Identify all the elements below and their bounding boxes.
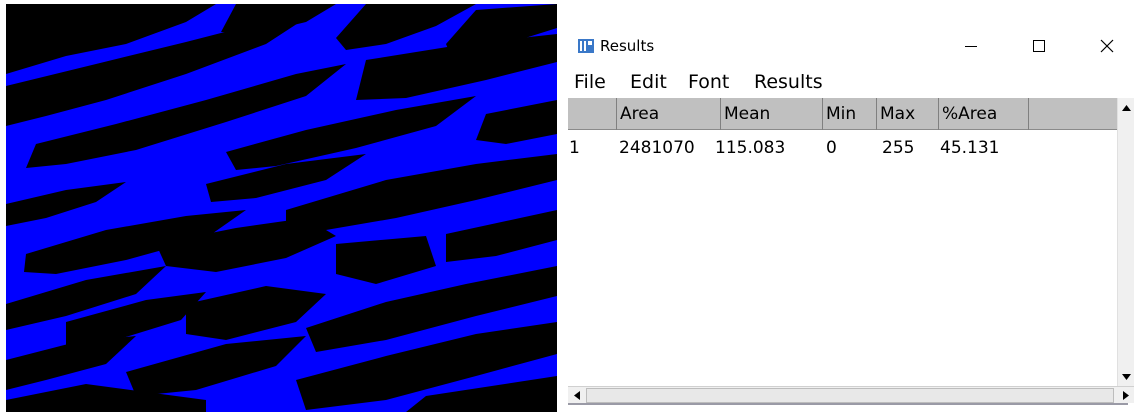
scroll-left-icon — [573, 391, 580, 400]
minimize-button[interactable] — [948, 26, 994, 66]
image-stripes — [6, 4, 557, 412]
column-header-max[interactable]: Max — [876, 98, 938, 130]
maximize-button[interactable] — [1016, 26, 1062, 66]
thresholded-image — [6, 4, 557, 412]
scroll-down-button[interactable] — [1118, 368, 1134, 385]
results-table[interactable]: Area Mean Min Max %Area 1 2481070 115.08… — [568, 98, 1134, 386]
row-number-header — [568, 98, 616, 130]
row-index: 1 — [569, 138, 580, 158]
menu-font[interactable]: Font — [688, 71, 729, 93]
table-row[interactable]: 1 2481070 115.083 0 255 45.131 — [568, 138, 1117, 162]
column-header-empty — [1028, 98, 1117, 130]
menu-edit[interactable]: Edit — [630, 71, 667, 93]
cell-mean: 115.083 — [715, 138, 786, 158]
scroll-right-icon — [1122, 391, 1129, 400]
results-window: Results File Edit Font Results Area Mean… — [568, 26, 1134, 414]
cell-max: 255 — [882, 138, 915, 158]
menu-bar: File Edit Font Results — [568, 68, 1134, 98]
close-icon — [1100, 39, 1114, 53]
menu-results[interactable]: Results — [754, 71, 823, 93]
column-header-percent-area[interactable]: %Area — [938, 98, 1028, 130]
scroll-left-button[interactable] — [568, 387, 585, 404]
column-header-min[interactable]: Min — [822, 98, 876, 130]
close-button[interactable] — [1084, 26, 1130, 66]
bottom-border — [568, 403, 1128, 405]
window-bottom-edge — [568, 403, 1134, 414]
cell-area: 2481070 — [619, 138, 695, 158]
vertical-scrollbar[interactable] — [1117, 98, 1134, 386]
scroll-up-button[interactable] — [1118, 99, 1134, 116]
table-header: Area Mean Min Max %Area — [568, 98, 1117, 130]
column-header-area[interactable]: Area — [616, 98, 720, 130]
menu-file[interactable]: File — [574, 71, 606, 93]
scroll-down-icon — [1122, 373, 1131, 380]
imagej-results-icon — [578, 39, 594, 53]
window-title: Results — [600, 37, 655, 55]
scroll-up-icon — [1122, 104, 1131, 111]
title-bar[interactable]: Results — [568, 26, 1134, 66]
minimize-icon — [965, 46, 977, 47]
maximize-icon — [1033, 40, 1045, 52]
horizontal-scrollbar[interactable] — [568, 386, 1134, 403]
cell-percent-area: 45.131 — [940, 138, 1000, 158]
column-header-mean[interactable]: Mean — [720, 98, 822, 130]
scroll-right-button[interactable] — [1117, 387, 1134, 404]
cell-min: 0 — [826, 138, 837, 158]
horizontal-scroll-thumb[interactable] — [586, 388, 1114, 403]
